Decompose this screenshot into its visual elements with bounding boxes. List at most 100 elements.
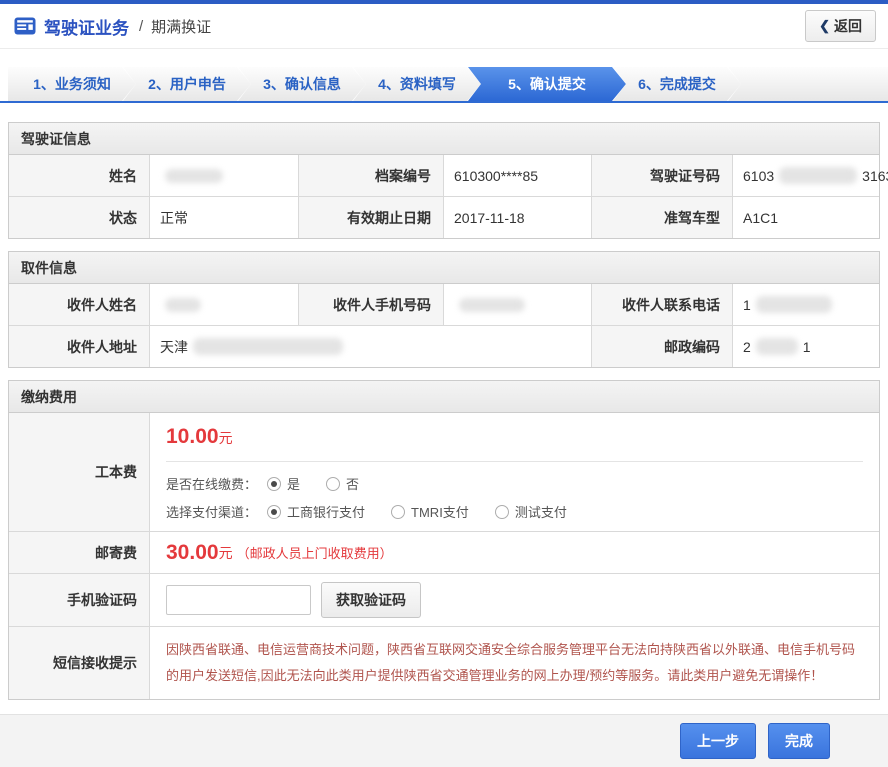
postage-fee-value: 30.00元 （邮政人员上门收取费用）: [150, 532, 879, 573]
pickup-info-title: 取件信息: [9, 252, 879, 284]
radio-online-yes[interactable]: 是: [267, 474, 300, 493]
table-row: 姓名 档案编号 610300****85 驾驶证号码 61033163X: [9, 155, 879, 196]
verification-code-input[interactable]: [166, 585, 311, 615]
radio-online-yes-label[interactable]: 是: [287, 474, 300, 493]
page-title: 驾驶证业务: [44, 14, 129, 39]
radio-channel-tmri[interactable]: TMRI支付: [391, 502, 469, 521]
license-number-suffix: 3163X: [862, 168, 888, 184]
production-fee-amount-line: 10.00元: [166, 425, 863, 449]
radio-online-no-label[interactable]: 否: [346, 474, 359, 493]
sms-notice-row: 短信接收提示 因陕西省联通、电信运营商技术问题，陕西省互联网交通安全综合服务管理…: [9, 626, 879, 699]
license-card-icon: [14, 17, 36, 35]
sms-notice-text: 因陕西省联通、电信运营商技术问题，陕西省互联网交通安全综合服务管理平台无法向持陕…: [150, 627, 879, 699]
radio-channel-icbc[interactable]: 工商银行支付: [267, 502, 365, 521]
radio-unchecked-icon[interactable]: [391, 505, 405, 519]
tab-step-1[interactable]: 1、业务须知: [8, 67, 136, 101]
radio-channel-tmri-label[interactable]: TMRI支付: [411, 502, 469, 521]
redacted-mobile: [459, 298, 525, 312]
sms-notice-label: 短信接收提示: [9, 627, 150, 699]
back-button[interactable]: ❮ 返回: [805, 10, 876, 42]
chevron-left-icon: ❮: [819, 18, 830, 34]
radio-unchecked-icon[interactable]: [495, 505, 509, 519]
postage-fee-unit: 元: [219, 543, 233, 563]
online-payment-question: 是否在线缴费：: [166, 474, 257, 493]
zip-value: 21: [733, 326, 879, 367]
vehicle-class-value: A1C1: [733, 197, 879, 238]
license-number-label: 驾驶证号码: [592, 155, 733, 196]
table-row: 状态 正常 有效期止日期 2017-11-18 准驾车型 A1C1: [9, 196, 879, 238]
table-row: 收件人地址 天津 邮政编码 21: [9, 325, 879, 367]
tab-step-2[interactable]: 2、用户申告: [123, 67, 251, 101]
production-fee-amount: 10.00: [166, 425, 219, 448]
radio-checked-icon[interactable]: [267, 477, 281, 491]
postage-fee-note: （邮政人员上门收取费用）: [237, 543, 393, 562]
radio-unchecked-icon[interactable]: [326, 477, 340, 491]
radio-channel-test-label[interactable]: 测试支付: [515, 502, 567, 521]
redacted-recipient-name: [165, 298, 201, 312]
page-header: 驾驶证业务 / 期满换证 ❮ 返回: [0, 4, 888, 49]
address-value: 天津: [150, 326, 592, 367]
radio-checked-icon[interactable]: [267, 505, 281, 519]
expiry-label: 有效期止日期: [299, 197, 444, 238]
production-fee-unit: 元: [219, 430, 233, 446]
production-fee-detail: 10.00元 是否在线缴费： 是 否 选择支付渠道： 工商银行支付: [150, 413, 879, 531]
license-info-section: 驾驶证信息 姓名 档案编号 610300****85 驾驶证号码 6103316…: [8, 122, 880, 239]
phone-prefix: 1: [743, 297, 751, 313]
production-fee-label: 工本费: [9, 413, 150, 531]
recipient-phone-value: 1: [733, 284, 879, 325]
back-button-label: 返回: [834, 16, 862, 36]
address-label: 收件人地址: [9, 326, 150, 367]
file-number-label: 档案编号: [299, 155, 444, 196]
redacted-license-number: [779, 167, 857, 184]
postage-fee-label: 邮寄费: [9, 532, 150, 573]
status-value: 正常: [150, 197, 299, 238]
payment-channel-row: 选择支付渠道： 工商银行支付 TMRI支付 测试支付: [166, 502, 863, 521]
payment-channel-question: 选择支付渠道：: [166, 502, 257, 521]
radio-channel-test[interactable]: 测试支付: [495, 502, 567, 521]
fees-section: 缴纳费用 工本费 10.00元 是否在线缴费： 是 否 选择支付渠道：: [8, 380, 880, 700]
vehicle-class-label: 准驾车型: [592, 197, 733, 238]
tab-step-4[interactable]: 4、资料填写: [353, 67, 481, 101]
license-number-prefix: 6103: [743, 168, 774, 184]
zip-label: 邮政编码: [592, 326, 733, 367]
recipient-name-value: [150, 284, 299, 325]
step-tabs: 1、业务须知 2、用户申告 3、确认信息 4、资料填写 5、确认提交 6、完成提…: [0, 67, 888, 103]
status-label: 状态: [9, 197, 150, 238]
table-row: 收件人姓名 收件人手机号码 收件人联系电话 1: [9, 284, 879, 325]
file-number-value: 610300****85: [444, 155, 592, 196]
postage-fee-amount: 30.00: [166, 541, 219, 565]
recipient-name-label: 收件人姓名: [9, 284, 150, 325]
radio-channel-icbc-label[interactable]: 工商银行支付: [287, 502, 365, 521]
breadcrumb-separator: /: [139, 18, 143, 35]
verification-code-controls: 获取验证码: [150, 574, 879, 626]
page-subtitle: 期满换证: [151, 16, 211, 37]
tab-step-3[interactable]: 3、确认信息: [238, 67, 366, 101]
recipient-phone-label: 收件人联系电话: [592, 284, 733, 325]
pickup-info-section: 取件信息 收件人姓名 收件人手机号码 收件人联系电话 1 收件人地址 天津 邮政…: [8, 251, 880, 368]
recipient-mobile-value: [444, 284, 592, 325]
online-payment-question-row: 是否在线缴费： 是 否: [166, 474, 863, 493]
tab-bar-filler: [728, 67, 888, 101]
redacted-zip: [756, 338, 798, 355]
radio-online-no[interactable]: 否: [326, 474, 359, 493]
fee-divider: [166, 461, 863, 462]
zip-prefix: 2: [743, 339, 751, 355]
name-value: [150, 155, 299, 196]
footer-action-bar: 上一步 完成: [0, 714, 888, 767]
redacted-address: [193, 338, 343, 355]
breadcrumb: 驾驶证业务 / 期满换证: [14, 14, 211, 39]
recipient-mobile-label: 收件人手机号码: [299, 284, 444, 325]
name-label: 姓名: [9, 155, 150, 196]
finish-button[interactable]: 完成: [768, 723, 830, 759]
get-code-button[interactable]: 获取验证码: [321, 582, 421, 618]
production-fee-row: 工本费 10.00元 是否在线缴费： 是 否 选择支付渠道：: [9, 413, 879, 531]
tab-step-5-active[interactable]: 5、确认提交: [468, 67, 626, 101]
verification-code-label: 手机验证码: [9, 574, 150, 626]
tab-step-6[interactable]: 6、完成提交: [613, 67, 741, 101]
zip-suffix: 1: [803, 339, 811, 355]
address-prefix: 天津: [160, 337, 188, 357]
verification-code-row: 手机验证码 获取验证码: [9, 573, 879, 626]
previous-step-button[interactable]: 上一步: [680, 723, 756, 759]
postage-fee-row: 邮寄费 30.00元 （邮政人员上门收取费用）: [9, 531, 879, 573]
license-info-title: 驾驶证信息: [9, 123, 879, 155]
